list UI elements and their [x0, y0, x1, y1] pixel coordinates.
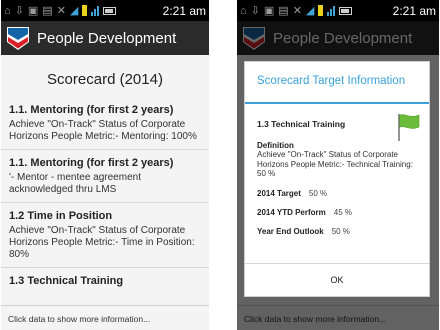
- status-time: 2:21 am: [162, 3, 206, 18]
- status-bar: ⌂ ⇩ ▣ ▤ ✕ ◢ 2:21 am: [1, 0, 209, 21]
- list-item[interactable]: 1.1. Mentoring (for first 2 years) Achie…: [1, 97, 209, 150]
- message-icon: ▤: [278, 5, 289, 17]
- footer-hint: Click data to show more information...: [1, 305, 209, 330]
- signal-icon: [327, 5, 336, 16]
- ytd-value: 45 %: [333, 207, 353, 217]
- flag-icon: [398, 114, 420, 141]
- item-description: Achieve "On-Track" Status of Corporate H…: [9, 119, 197, 142]
- action-bar: People Development: [1, 21, 209, 55]
- status-bar: ⌂ ⇩ ▣ ▤ ✕ ◢ 2:21 am: [237, 0, 439, 21]
- item-title: 1.1. Mentoring (for first 2 years): [9, 104, 174, 116]
- wifi-icon: ◢: [305, 5, 315, 17]
- bluetooth-icon: ✕: [56, 5, 66, 17]
- ok-button[interactable]: OK: [245, 263, 429, 296]
- ytd-label: 2014 YTD Perform: [257, 207, 326, 217]
- gallery-icon: ▣: [27, 5, 39, 17]
- item-description: Achieve "On-Track" Status of Corporate H…: [9, 225, 195, 260]
- scorecard-list[interactable]: Scorecard (2014) 1.1. Mentoring (for fir…: [1, 55, 209, 305]
- status-time: 2:21 am: [392, 3, 436, 18]
- download-icon: ⇩: [14, 5, 24, 17]
- list-item[interactable]: 1.3 Technical Training: [1, 268, 209, 296]
- item-title: 1.2 Time in Position: [9, 210, 113, 222]
- battery-icon: [103, 6, 117, 15]
- battery-charging-icon: [318, 5, 324, 16]
- target-label: 2014 Target: [257, 188, 301, 198]
- message-icon: ▤: [42, 5, 53, 17]
- scorecard-detail-screen: ⌂ ⇩ ▣ ▤ ✕ ◢ 2:21 am People Development S…: [237, 0, 439, 330]
- battery-charging-icon: [82, 5, 88, 16]
- target-value: 50 %: [308, 188, 328, 198]
- chevron-logo-icon[interactable]: [6, 25, 30, 51]
- usb-icon: ⌂: [240, 4, 247, 17]
- battery-icon: [339, 6, 353, 15]
- signal-icon: [91, 5, 100, 16]
- bluetooth-icon: ✕: [292, 5, 302, 17]
- page-title: Scorecard (2014): [47, 71, 163, 88]
- list-item[interactable]: 1.2 Time in Position Achieve "On-Track" …: [1, 203, 209, 268]
- outlook-value: 50 %: [331, 226, 350, 236]
- outlook-label: Year End Outlook: [257, 226, 324, 236]
- app-title: People Development: [37, 29, 177, 47]
- item-title: 1.1. Mentoring (for first 2 years): [9, 157, 174, 169]
- download-icon: ⇩: [250, 5, 260, 17]
- usb-icon: ⌂: [4, 4, 11, 17]
- outlook-row: Year End Outlook 50 %: [257, 227, 419, 236]
- target-info-dialog: Scorecard Target Information 1.3 Technic…: [244, 61, 430, 297]
- dialog-title: Scorecard Target Information: [245, 62, 429, 104]
- definition-text: Achieve "On-Track" Status of Corporate H…: [257, 150, 413, 178]
- definition-label: Definition: [257, 141, 294, 150]
- ytd-row: 2014 YTD Perform 45 %: [257, 208, 419, 217]
- item-description: '- Mentor - mentee agreement acknowledge…: [9, 172, 141, 195]
- item-title: 1.3 Technical Training: [9, 275, 124, 287]
- target-row: 2014 Target 50 %: [257, 189, 419, 198]
- scorecard-screen: ⌂ ⇩ ▣ ▤ ✕ ◢ 2:21 am People Development S…: [1, 0, 209, 330]
- wifi-icon: ◢: [69, 5, 79, 17]
- list-item[interactable]: 1.1. Mentoring (for first 2 years) '- Me…: [1, 150, 209, 203]
- gallery-icon: ▣: [263, 5, 275, 17]
